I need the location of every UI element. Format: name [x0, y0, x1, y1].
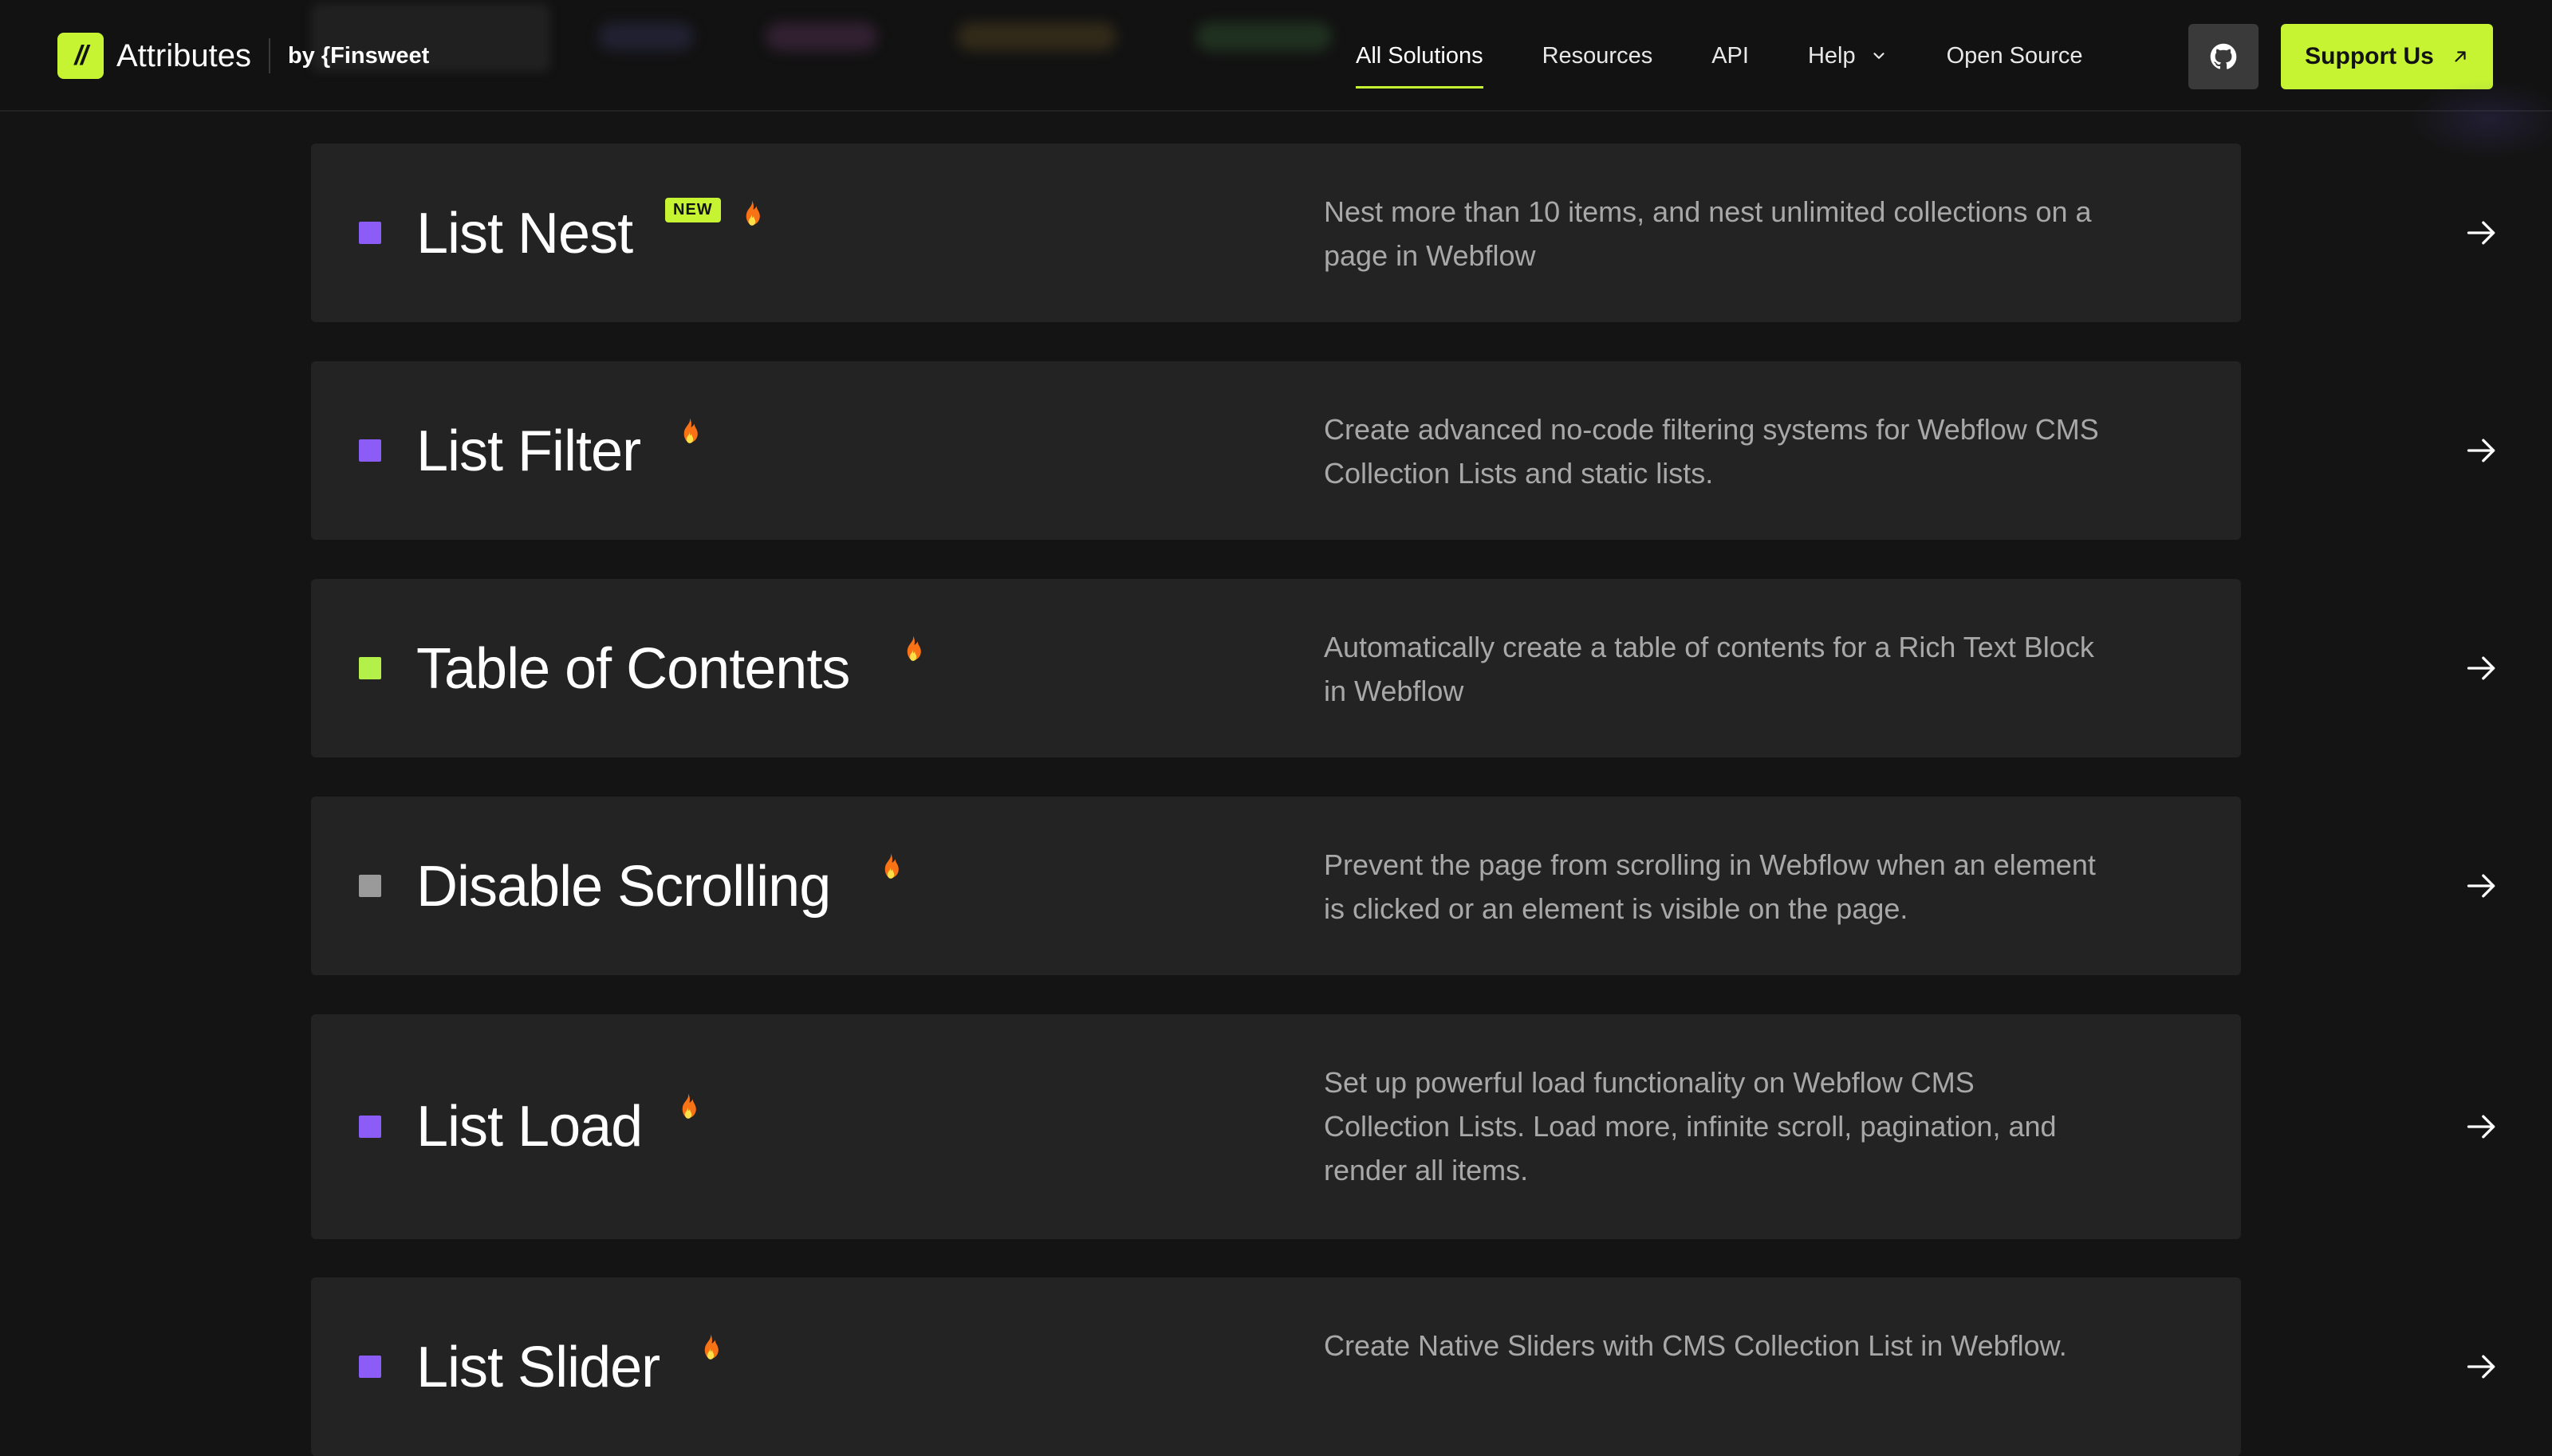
blurred-chip — [598, 22, 694, 51]
solution-card-disable-scrolling[interactable]: Disable Scrolling Prevent the page from … — [311, 797, 2495, 975]
solution-description: Create advanced no-code filtering system… — [1324, 413, 2099, 490]
nav-link-all-solutions[interactable]: All Solutions — [1356, 42, 1483, 89]
nav-link-help-dropdown[interactable]: Help — [1808, 43, 1888, 69]
background-glow — [2408, 80, 2552, 159]
chevron-down-icon — [1873, 53, 1884, 59]
fire-icon — [682, 1093, 696, 1119]
nav-links: All Solutions Resources API Help Open So… — [1356, 0, 2142, 112]
category-color-square — [359, 1356, 381, 1378]
nav-link-open-source[interactable]: Open Source — [1947, 43, 2083, 69]
fire-icon — [884, 853, 899, 879]
brand-name: Attributes — [116, 37, 251, 73]
arrow-right-icon — [2467, 874, 2495, 898]
category-color-square — [359, 439, 381, 462]
solution-title: List Load — [416, 1095, 643, 1159]
fire-icon — [907, 636, 921, 661]
nav-link-label: API — [1711, 42, 1749, 69]
solution-card-list-filter[interactable]: List Filter Create advanced no-code filt… — [311, 361, 2495, 540]
blurred-chip — [766, 22, 877, 51]
nav-link-label: Open Source — [1946, 42, 2083, 69]
category-color-square — [359, 657, 381, 679]
blurred-chip — [1196, 22, 1332, 51]
arrow-right-icon — [2467, 1355, 2495, 1379]
nav-link-resources[interactable]: Resources — [1542, 43, 1653, 69]
nav-link-label: All Solutions — [1356, 42, 1483, 69]
by-finsweet-link[interactable]: by {Finsweet — [288, 43, 429, 69]
solution-description: Automatically create a table of contents… — [1324, 631, 2094, 707]
fire-icon — [683, 418, 698, 443]
solution-description: Create Native Sliders with CMS Collectio… — [1324, 1329, 2067, 1362]
external-link-arrow-icon — [2455, 51, 2466, 62]
top-nav: // Attributes by {Finsweet All Solutions… — [0, 0, 2552, 159]
support-us-button[interactable]: Support Us — [2281, 24, 2493, 89]
solution-title: List Filter — [416, 419, 641, 483]
category-color-square — [359, 1116, 381, 1138]
arrow-right-icon — [2467, 221, 2495, 245]
github-icon — [2210, 43, 2237, 69]
brand-logo-link[interactable]: // Attributes by {Finsweet — [57, 30, 429, 81]
arrow-right-icon — [2467, 656, 2495, 680]
solution-card-table-of-contents[interactable]: Table of Contents Automatically create a… — [311, 579, 2495, 758]
brand-divider — [268, 38, 270, 73]
solution-title: Disable Scrolling — [416, 855, 831, 919]
new-badge: NEW — [665, 198, 721, 222]
solution-description: Set up powerful load functionality on We… — [1324, 1066, 2057, 1186]
support-us-label: Support Us — [2305, 43, 2434, 69]
solution-description: Prevent the page from scrolling in Webfl… — [1324, 848, 2096, 925]
solution-card-list-nest[interactable]: List Nest NEW Nest more than 10 items, a… — [311, 144, 2495, 322]
fire-icon — [704, 1334, 719, 1360]
solution-title: List Nest — [416, 202, 633, 266]
nav-link-api[interactable]: API — [1711, 43, 1749, 69]
category-color-square — [359, 222, 381, 244]
category-color-square — [359, 875, 381, 897]
fire-icon — [746, 200, 760, 226]
solution-card-list-slider[interactable]: List Slider Create Native Sliders with C… — [311, 1277, 2495, 1456]
solution-title: Table of Contents — [416, 637, 850, 701]
solution-card-list-load[interactable]: List Load Set up powerful load functiona… — [311, 1014, 2495, 1239]
solution-description: Nest more than 10 items, and nest unlimi… — [1324, 195, 2092, 272]
attributes-logo-icon: // — [57, 33, 104, 79]
arrow-right-icon — [2467, 1115, 2495, 1139]
github-button[interactable] — [2188, 24, 2259, 89]
nav-link-label: Resources — [1542, 42, 1653, 69]
blurred-chip — [957, 22, 1116, 51]
arrow-right-icon — [2467, 439, 2495, 462]
nav-link-label: Help — [1807, 42, 1856, 69]
solution-title: List Slider — [416, 1336, 660, 1399]
